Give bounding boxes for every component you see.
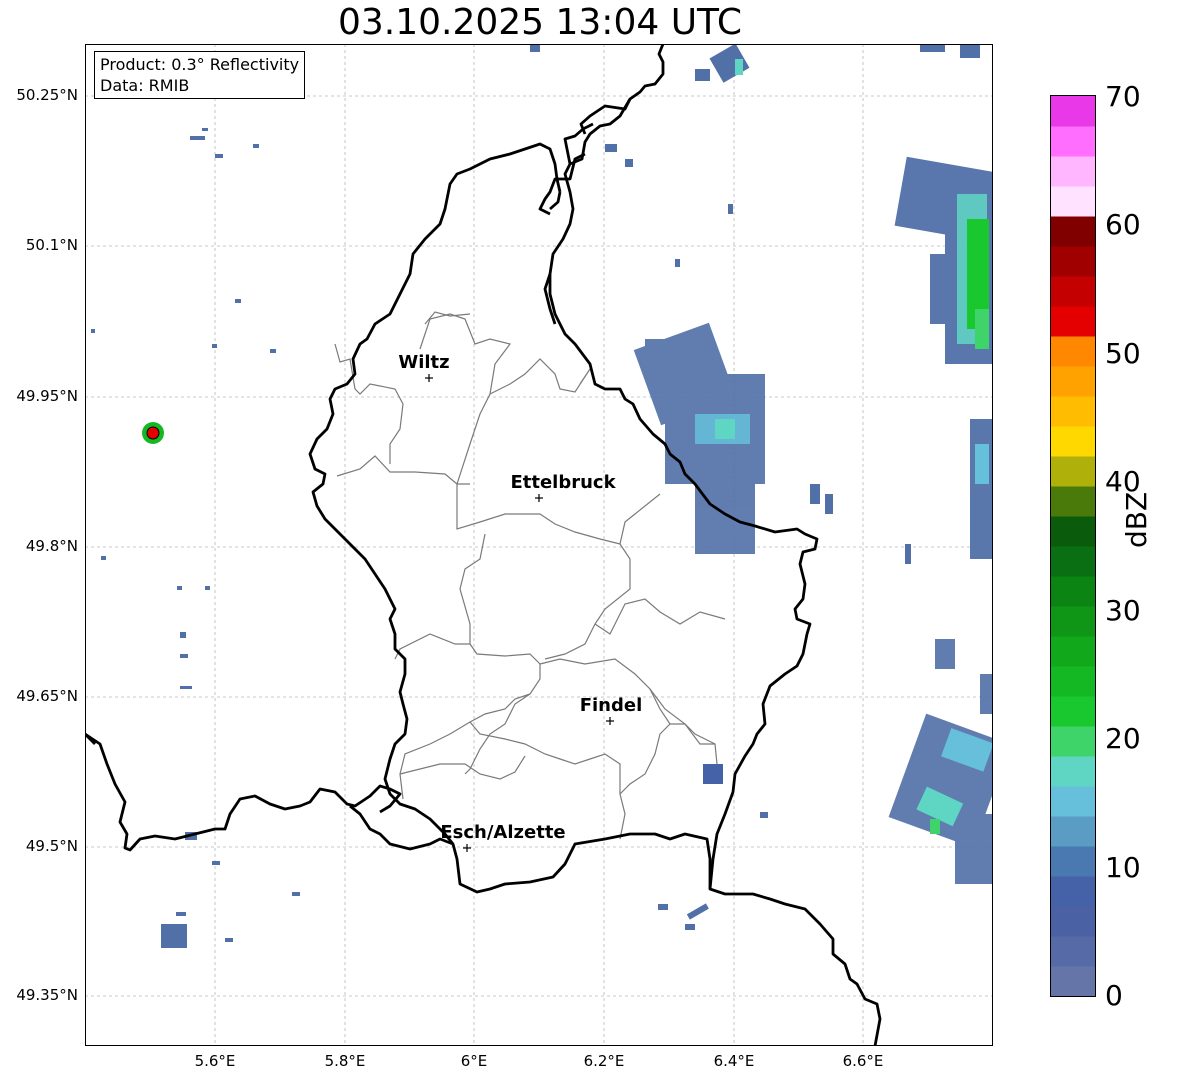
colorbar-segment — [1051, 216, 1095, 247]
colorbar-segment — [1051, 456, 1095, 487]
lat-label-49-5: 49.5°N — [25, 837, 78, 855]
colorbar-segment — [1051, 906, 1095, 937]
colorbar-segment — [1051, 696, 1095, 727]
colorbar-segment — [1051, 816, 1095, 847]
map-title: 03.10.2025 13:04 UTC — [337, 2, 743, 43]
product-label: Product: 0.3° Reflectivity — [100, 55, 300, 74]
lat-label-49-65: 49.65°N — [16, 687, 78, 705]
lon-label-6: 6°E — [460, 1052, 488, 1070]
colorbar-segment — [1051, 396, 1095, 427]
colorbar-segment — [1051, 636, 1095, 667]
colorbar — [1050, 95, 1096, 997]
colorbar-segment — [1051, 756, 1095, 787]
colorbar-segment — [1051, 126, 1095, 157]
colorbar-tick-60: 60 — [1105, 208, 1141, 241]
city-label-wiltz: Wiltz — [398, 352, 449, 373]
lat-label-50-25: 50.25°N — [16, 86, 78, 104]
colorbar-segment — [1051, 546, 1095, 577]
city-label-ettelbruck: Ettelbruck — [510, 472, 616, 493]
city-label-findel: Findel — [580, 695, 643, 716]
colorbar-segment — [1051, 846, 1095, 877]
colorbar-segment — [1051, 426, 1095, 457]
colorbar-segment — [1051, 516, 1095, 547]
colorbar-segment — [1051, 786, 1095, 817]
colorbar-tick-10: 10 — [1105, 851, 1141, 884]
colorbar-tick-70: 70 — [1105, 80, 1141, 113]
colorbar-segment — [1051, 276, 1095, 307]
colorbar-segment — [1051, 606, 1095, 637]
colorbar-tick-20: 20 — [1105, 722, 1141, 755]
colorbar-tick-0: 0 — [1105, 979, 1123, 1012]
colorbar-segment — [1051, 576, 1095, 607]
colorbar-tick-50: 50 — [1105, 337, 1141, 370]
lon-label-6-2: 6.2°E — [583, 1052, 625, 1070]
lat-label-50-1: 50.1°N — [25, 236, 78, 254]
colorbar-unit-label: dBZ — [1120, 491, 1153, 548]
colorbar-segment — [1051, 306, 1095, 337]
radar-map: Wiltz Ettelbruck Findel Esch/Alzette — [85, 44, 993, 1046]
colorbar-segment — [1051, 726, 1095, 757]
colorbar-segment — [1051, 366, 1095, 397]
lat-label-49-8: 49.8°N — [25, 537, 78, 555]
colorbar-segment — [1051, 936, 1095, 967]
lon-label-6-4: 6.4°E — [713, 1052, 755, 1070]
colorbar-segment — [1051, 336, 1095, 367]
colorbar-segment — [1051, 96, 1095, 127]
city-label-esch: Esch/Alzette — [440, 822, 565, 843]
colorbar-segment — [1051, 156, 1095, 187]
lon-label-6-6: 6.6°E — [842, 1052, 884, 1070]
lat-label-49-95: 49.95°N — [16, 387, 78, 405]
product-info-box: Product: 0.3° Reflectivity Data: RMIB — [94, 51, 306, 99]
colorbar-segment — [1051, 666, 1095, 697]
data-source-label: Data: RMIB — [100, 76, 190, 95]
colorbar-segment — [1051, 486, 1095, 517]
colorbar-segment — [1051, 876, 1095, 907]
colorbar-segment — [1051, 966, 1095, 997]
lon-label-5-6: 5.6°E — [194, 1052, 236, 1070]
lat-label-49-35: 49.35°N — [16, 986, 78, 1004]
colorbar-tick-30: 30 — [1105, 594, 1141, 627]
colorbar-segment — [1051, 246, 1095, 277]
colorbar-segment — [1051, 186, 1095, 217]
lon-label-5-8: 5.8°E — [324, 1052, 366, 1070]
